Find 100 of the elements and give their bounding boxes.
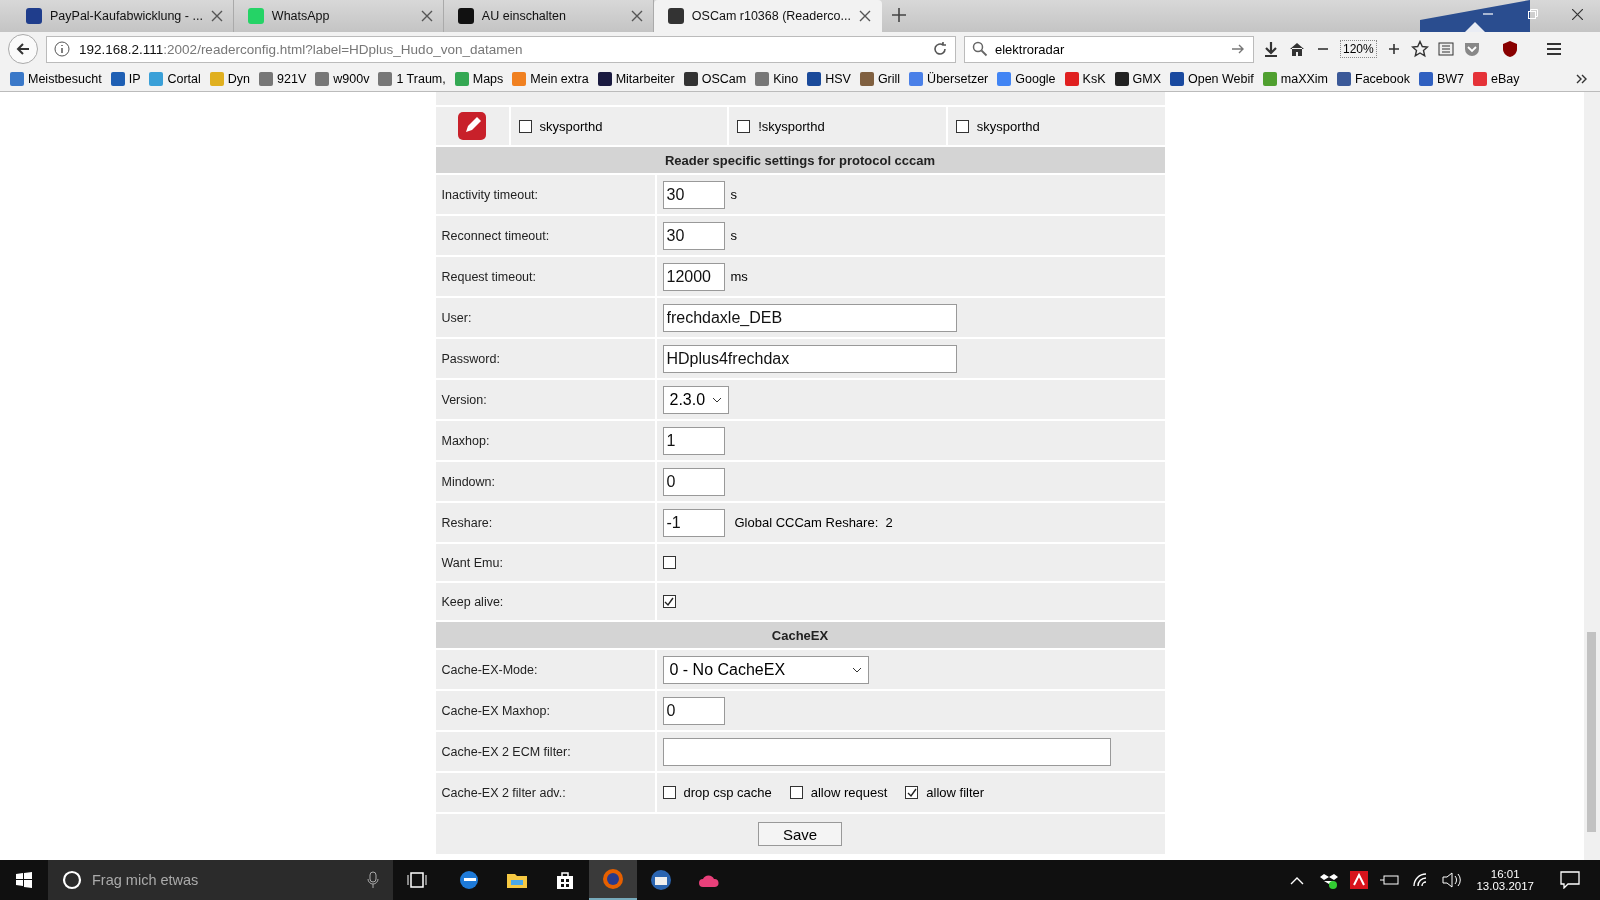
- bookmark[interactable]: Meistbesucht: [10, 71, 102, 86]
- chevron-icon[interactable]: [1290, 875, 1305, 885]
- field-label: Request timeout:: [435, 257, 657, 296]
- bookmark[interactable]: Dyn: [209, 71, 251, 86]
- plus-icon[interactable]: [889, 6, 908, 24]
- bookmark[interactable]: 921V: [259, 71, 307, 86]
- address-bar[interactable]: 192.168.2.111:2002/readerconfig.html?label=HDplus_Hudo_von_datamen: [46, 35, 956, 63]
- field-label: User:: [435, 298, 657, 337]
- checkbox[interactable]: [737, 119, 751, 133]
- checkbox[interactable]: [662, 556, 676, 569]
- close-icon[interactable]: [420, 10, 433, 22]
- home-icon[interactable]: [1288, 40, 1306, 58]
- text-field[interactable]: 12000: [662, 262, 725, 291]
- note-text: Global CCCam Reshare: 2: [734, 515, 893, 530]
- field-label: Password:: [435, 339, 657, 378]
- bookmark[interactable]: Übersetzer: [909, 71, 989, 86]
- notification-icon[interactable]: [1560, 871, 1580, 889]
- scrollbar[interactable]: [1584, 92, 1600, 860]
- field-label: Cache-EX 2 filter adv.:: [435, 773, 657, 812]
- speaker-icon[interactable]: [1442, 872, 1463, 888]
- save-button[interactable]: Save: [758, 822, 842, 846]
- site-icon: [457, 8, 474, 24]
- search-icon: [971, 40, 989, 58]
- text-field[interactable]: 1: [662, 426, 725, 455]
- star-icon[interactable]: [1410, 40, 1429, 58]
- bookmark[interactable]: IP: [110, 71, 141, 86]
- reader-icon[interactable]: [1436, 40, 1455, 58]
- search-field[interactable]: Frag mich etwas: [48, 860, 393, 900]
- menu-icon[interactable]: [1544, 40, 1563, 58]
- checkbox-label: skysporthd: [976, 118, 1040, 134]
- checkbox[interactable]: [518, 119, 532, 133]
- text-field[interactable]: HDplus4frechdax: [662, 344, 957, 373]
- field-label: Maxhop:: [435, 421, 657, 460]
- checkbox[interactable]: [789, 786, 803, 799]
- shield-icon[interactable]: [1500, 40, 1519, 58]
- task-view-icon: [407, 872, 427, 888]
- clock-date[interactable]: 13.03.2017: [1476, 880, 1534, 892]
- battery-icon[interactable]: [1380, 873, 1401, 887]
- circle-icon: [62, 870, 82, 890]
- section-header: Reader specific settings for protocol cccam: [435, 147, 1165, 173]
- bookmark[interactable]: HSV: [807, 71, 851, 86]
- bookmark[interactable]: KsK: [1064, 71, 1106, 86]
- checkbox-label: skysporthd: [539, 118, 603, 134]
- back-button[interactable]: [8, 34, 38, 64]
- field-label: Cache-EX Maxhop:: [435, 691, 657, 730]
- bookmark[interactable]: BW7: [1418, 71, 1464, 86]
- bookmark[interactable]: Cortal: [149, 71, 201, 86]
- bookmark[interactable]: Facebook: [1337, 71, 1410, 86]
- bookmark[interactable]: GMX: [1114, 71, 1161, 86]
- bookmark[interactable]: Grill: [859, 71, 901, 86]
- section-header: CacheEX: [435, 622, 1165, 648]
- bookmark[interactable]: Google: [997, 71, 1056, 86]
- field-label: Reshare:: [435, 503, 657, 542]
- text-field[interactable]: 30: [662, 221, 725, 250]
- site-icon: [667, 8, 684, 24]
- bookmark[interactable]: Kino: [755, 71, 799, 86]
- unit-label: s: [730, 187, 737, 202]
- text-field[interactable]: 30: [662, 180, 725, 209]
- zoom-level[interactable]: 120%: [1340, 40, 1377, 58]
- edit-icon[interactable]: [458, 112, 486, 140]
- bookmark[interactable]: eBay: [1473, 71, 1520, 86]
- checkbox[interactable]: [662, 595, 676, 608]
- field-label: Keep alive:: [435, 583, 657, 620]
- close-icon[interactable]: [858, 10, 871, 22]
- text-field[interactable]: 0: [662, 696, 725, 725]
- dropdown[interactable]: 2.3.0: [662, 385, 729, 414]
- bookmark[interactable]: OSCam: [683, 71, 747, 86]
- field-label: Version:: [435, 380, 657, 419]
- caret-icon: [711, 396, 722, 403]
- windows-icon: [16, 872, 32, 888]
- close-icon[interactable]: [210, 10, 223, 22]
- download-icon[interactable]: [1262, 40, 1280, 58]
- close-icon[interactable]: [630, 10, 643, 22]
- field-label: Cache-EX-Mode:: [435, 650, 657, 689]
- text-field[interactable]: 0: [662, 467, 725, 496]
- bookmark[interactable]: w900v: [315, 71, 370, 86]
- search-field[interactable]: elektroradar: [964, 35, 1254, 63]
- checkbox[interactable]: [662, 786, 676, 799]
- checkbox-label: !skysporthd: [758, 118, 825, 134]
- bookmark[interactable]: Maps: [454, 71, 504, 86]
- checkbox[interactable]: [905, 786, 919, 799]
- browser-tab[interactable]: OSCam r10368 (Readerco...: [653, 0, 882, 32]
- bookmark[interactable]: maXXim: [1262, 71, 1328, 86]
- microphone-icon[interactable]: [367, 871, 379, 889]
- info-icon[interactable]: [53, 40, 71, 58]
- dropdown[interactable]: 0 - No CacheEX: [662, 655, 869, 684]
- bookmark[interactable]: Open Webif: [1170, 71, 1254, 86]
- text-field[interactable]: -1: [662, 508, 725, 537]
- caret-icon: [851, 666, 862, 673]
- reload-icon[interactable]: [931, 40, 949, 58]
- text-field[interactable]: frechdaxle_DEB: [662, 303, 957, 332]
- text-field[interactable]: [662, 737, 1111, 766]
- clock-time[interactable]: 16:01: [1490, 868, 1520, 880]
- bookmark[interactable]: Mitarbeiter: [597, 71, 675, 86]
- pocket-icon[interactable]: [1462, 40, 1481, 58]
- checkbox[interactable]: [955, 119, 969, 133]
- field-label: Want Emu:: [435, 544, 657, 581]
- bookmark[interactable]: 1 Traum,: [378, 71, 446, 86]
- firefox-icon[interactable]: [589, 860, 637, 900]
- bookmark[interactable]: Mein extra: [512, 71, 589, 86]
